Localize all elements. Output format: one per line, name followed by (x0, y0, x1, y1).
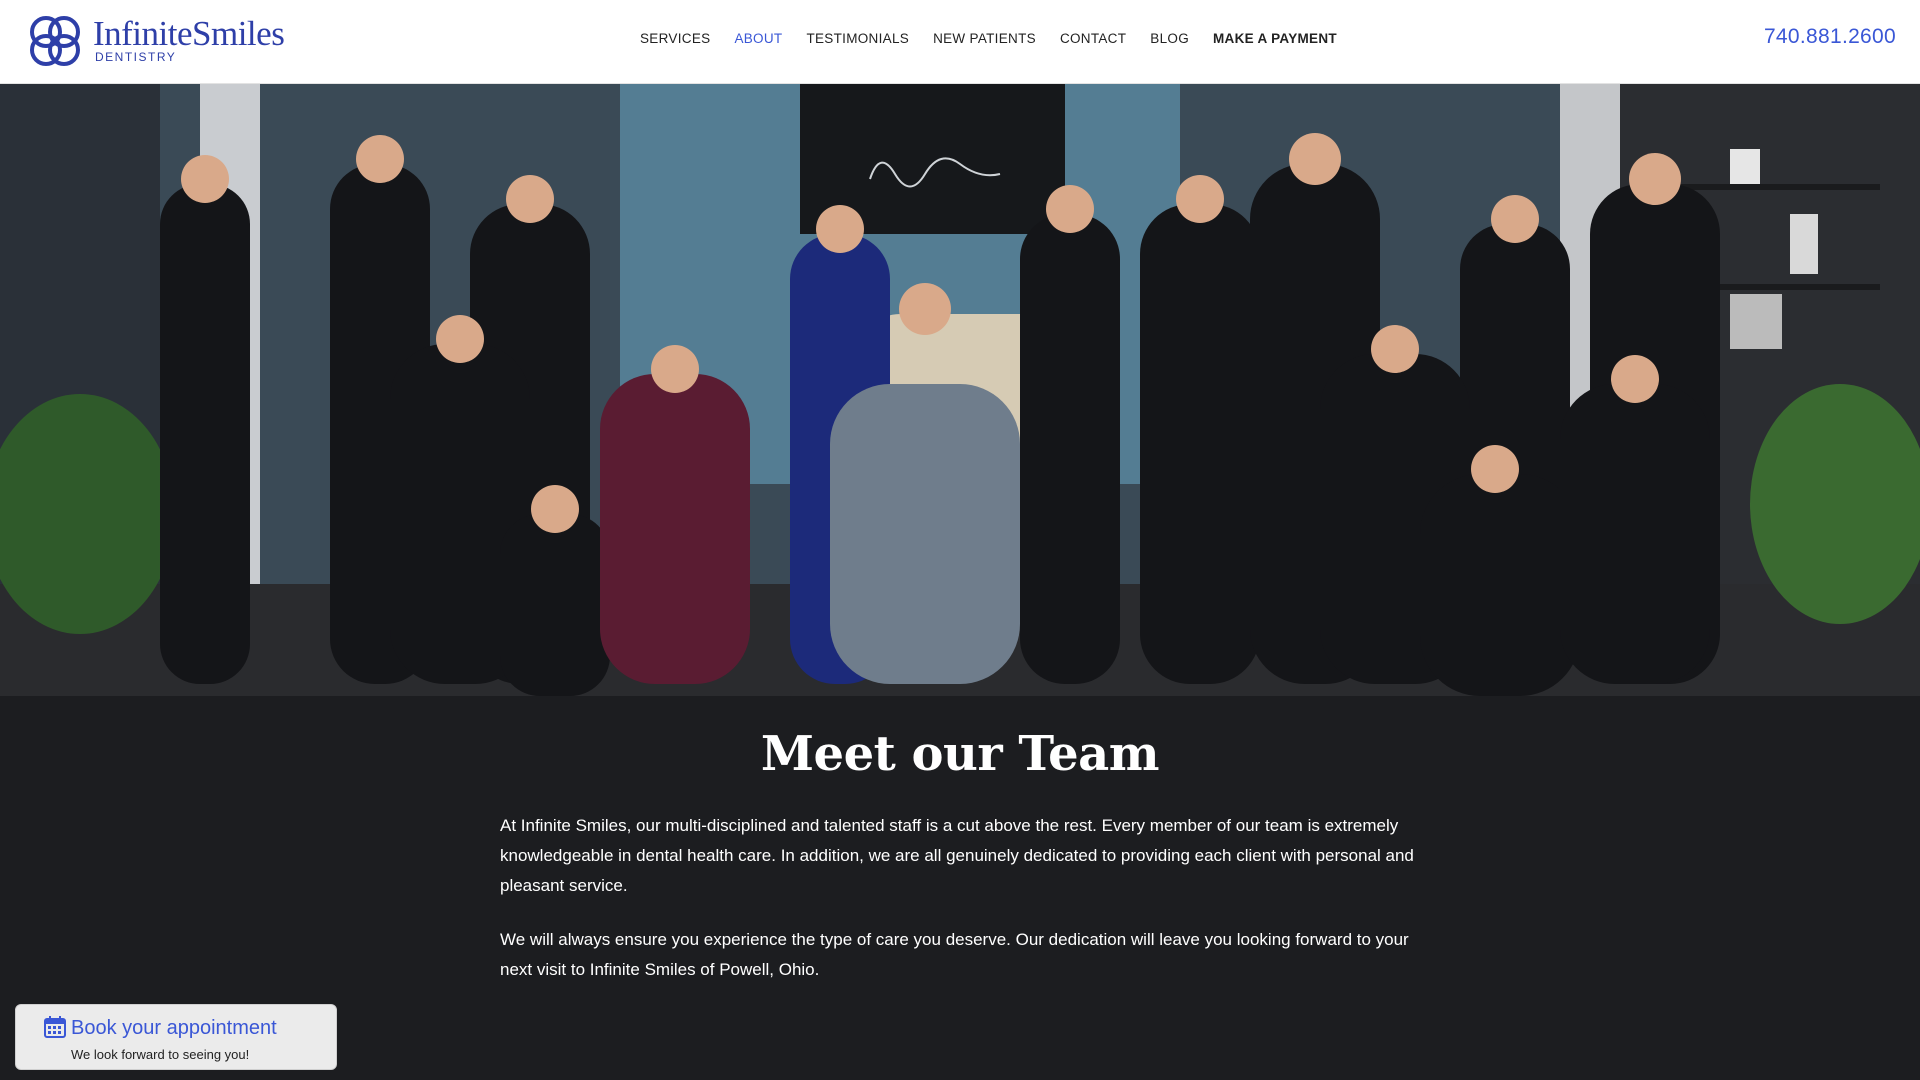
calendar-icon (44, 1016, 66, 1038)
team-photo-illustration (0, 84, 1920, 696)
nav-testimonials[interactable]: TESTIMONIALS (806, 31, 909, 51)
brand-name: InfiniteSmiles (93, 14, 285, 53)
nav-services[interactable]: SERVICES (640, 31, 710, 51)
phone-link[interactable]: 740.881.2600 (1764, 25, 1896, 49)
nav-blog[interactable]: BLOG (1150, 31, 1189, 51)
nav-make-a-payment[interactable]: MAKE A PAYMENT (1213, 31, 1337, 51)
brand-logo[interactable]: InfiniteSmiles DENTISTRY (24, 10, 294, 72)
dedication-paragraph: We will always ensure you experience the… (500, 930, 1409, 979)
book-appointment-title: Book your appointment (71, 1017, 277, 1039)
site-header: InfiniteSmiles DENTISTRY SERVICES ABOUT … (0, 0, 1920, 84)
intro-paragraph: At Infinite Smiles, our multi-discipline… (500, 816, 1414, 895)
nav-contact[interactable]: CONTACT (1060, 31, 1126, 51)
main-navigation: SERVICES ABOUT TESTIMONIALS NEW PATIENTS… (640, 31, 1361, 51)
book-appointment-button[interactable]: Book your appointment We look forward to… (15, 1004, 337, 1070)
book-appointment-subtitle: We look forward to seeing you! (71, 1047, 250, 1062)
nav-new-patients[interactable]: NEW PATIENTS (933, 31, 1036, 51)
team-photo (0, 84, 1920, 696)
nav-about[interactable]: ABOUT (734, 31, 782, 51)
page-title: Meet our Team (760, 726, 1160, 782)
brand-subtitle: DENTISTRY (95, 50, 177, 64)
infinity-knot-icon (30, 16, 80, 66)
